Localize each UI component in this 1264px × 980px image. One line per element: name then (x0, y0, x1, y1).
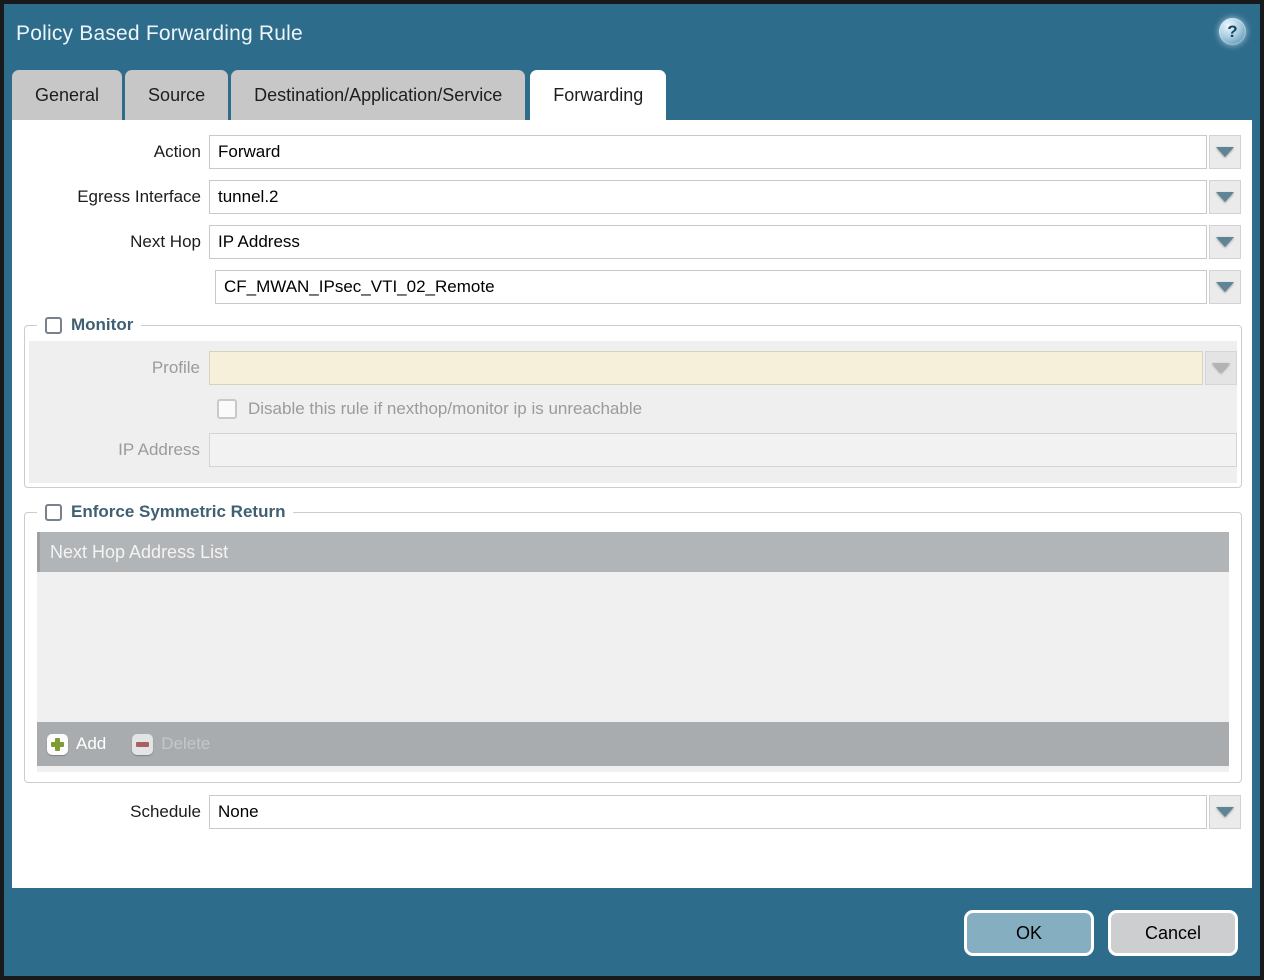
next-hop-type-select[interactable]: IP Address (209, 225, 1207, 259)
next-hop-address-list-header[interactable]: Next Hop Address List (37, 532, 1229, 572)
next-hop-address-select[interactable]: CF_MWAN_IPsec_VTI_02_Remote (215, 270, 1207, 304)
profile-row: Profile (29, 351, 1237, 385)
help-icon[interactable]: ? (1219, 18, 1246, 45)
next-hop-label: Next Hop (12, 232, 209, 252)
add-plus-icon (47, 734, 68, 755)
schedule-row: Schedule None (12, 795, 1252, 829)
action-row: Action Forward (12, 135, 1252, 169)
enforce-symmetric-return-legend-label: Enforce Symmetric Return (71, 502, 285, 522)
tab-forwarding[interactable]: Forwarding (530, 70, 666, 120)
disable-rule-label: Disable this rule if nexthop/monitor ip … (248, 399, 642, 419)
next-hop-row: Next Hop IP Address (12, 225, 1252, 259)
help-icon-glyph: ? (1227, 22, 1237, 42)
next-hop-address-value: CF_MWAN_IPsec_VTI_02_Remote (224, 277, 495, 297)
tab-general[interactable]: General (12, 70, 122, 120)
profile-dropdown-button (1205, 351, 1237, 385)
next-hop-dropdown-button[interactable] (1209, 225, 1241, 259)
monitor-ip-address-row: IP Address (29, 433, 1237, 467)
monitor-checkbox[interactable] (45, 317, 62, 334)
add-button-label: Add (76, 734, 106, 754)
monitor-ip-address-label: IP Address (29, 440, 209, 460)
next-hop-address-list-header-label: Next Hop Address List (50, 542, 228, 563)
action-select[interactable]: Forward (209, 135, 1207, 169)
schedule-label: Schedule (12, 802, 209, 822)
schedule-select[interactable]: None (209, 795, 1207, 829)
chevron-down-icon (1216, 237, 1234, 247)
monitor-section: Monitor Profile Disable this rule if nex… (24, 315, 1242, 488)
delete-button-label: Delete (161, 734, 210, 754)
next-hop-type-value: IP Address (218, 232, 300, 252)
chevron-down-icon (1216, 807, 1234, 817)
tab-bar: General Source Destination/Application/S… (12, 70, 669, 120)
disable-rule-row: Disable this rule if nexthop/monitor ip … (217, 399, 1237, 419)
egress-interface-label: Egress Interface (12, 187, 209, 207)
egress-interface-dropdown-button[interactable] (1209, 180, 1241, 214)
next-hop-address-dropdown-button[interactable] (1209, 270, 1241, 304)
action-label: Action (12, 142, 209, 162)
monitor-body: Profile Disable this rule if nexthop/mon… (29, 341, 1237, 483)
profile-label: Profile (29, 358, 209, 378)
schedule-value: None (218, 802, 259, 822)
monitor-ip-address-input (209, 433, 1237, 467)
pbf-rule-dialog: Policy Based Forwarding Rule ? General S… (0, 0, 1264, 980)
cancel-button[interactable]: Cancel (1108, 910, 1238, 956)
chevron-down-icon (1212, 363, 1230, 373)
action-value: Forward (218, 142, 280, 162)
tab-destination-application-service[interactable]: Destination/Application/Service (231, 70, 525, 120)
monitor-legend: Monitor (37, 315, 141, 335)
next-hop-address-list-toolbar: Add Delete (37, 722, 1229, 766)
ok-button[interactable]: OK (964, 910, 1094, 956)
enforce-symmetric-return-legend: Enforce Symmetric Return (37, 502, 293, 522)
next-hop-address-list-table: Next Hop Address List Add Delete (37, 532, 1229, 772)
dialog-title: Policy Based Forwarding Rule (16, 22, 303, 46)
schedule-dropdown-button[interactable] (1209, 795, 1241, 829)
delete-button: Delete (132, 734, 210, 755)
action-dropdown-button[interactable] (1209, 135, 1241, 169)
dialog-titlebar: Policy Based Forwarding Rule ? (4, 4, 1260, 66)
dialog-footer: OK Cancel (4, 888, 1260, 976)
forwarding-tab-panel: Action Forward Egress Interface tunnel.2… (12, 120, 1252, 888)
chevron-down-icon (1216, 147, 1234, 157)
monitor-legend-label: Monitor (71, 315, 133, 335)
egress-interface-value: tunnel.2 (218, 187, 279, 207)
add-button[interactable]: Add (47, 734, 106, 755)
egress-interface-select[interactable]: tunnel.2 (209, 180, 1207, 214)
next-hop-address-list-body[interactable] (37, 572, 1229, 722)
chevron-down-icon (1216, 192, 1234, 202)
delete-minus-icon (132, 734, 153, 755)
enforce-symmetric-return-checkbox[interactable] (45, 504, 62, 521)
egress-interface-row: Egress Interface tunnel.2 (12, 180, 1252, 214)
chevron-down-icon (1216, 282, 1234, 292)
enforce-symmetric-return-section: Enforce Symmetric Return Next Hop Addres… (24, 502, 1242, 783)
disable-rule-checkbox (217, 399, 237, 419)
profile-select (209, 351, 1203, 385)
next-hop-address-row: CF_MWAN_IPsec_VTI_02_Remote (12, 270, 1252, 304)
tab-source[interactable]: Source (125, 70, 228, 120)
